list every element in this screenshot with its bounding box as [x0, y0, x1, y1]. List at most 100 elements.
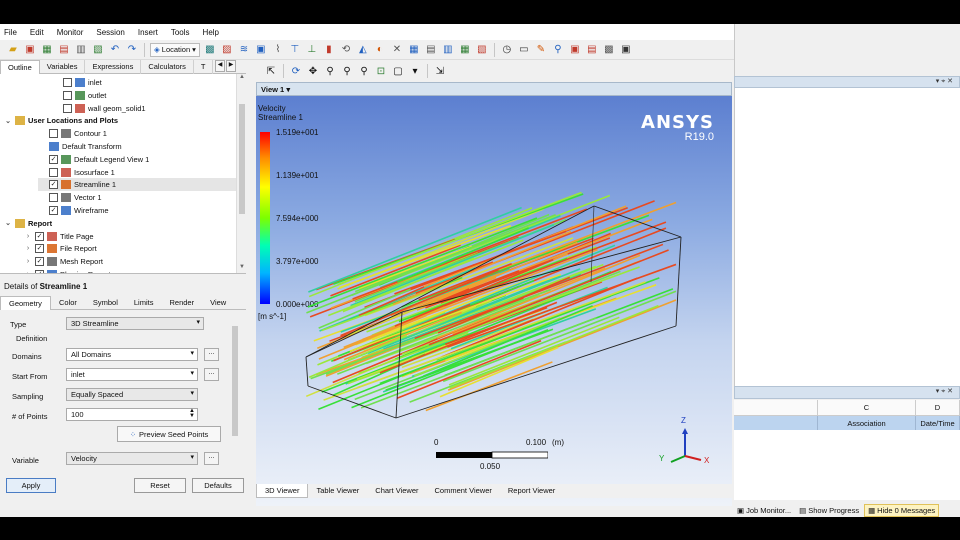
outline-scrollbar[interactable]: ▲ ▼: [236, 74, 246, 273]
panel-controls[interactable]: ▾ ⌖ ✕: [936, 387, 953, 396]
start-from-select[interactable]: inlet ▾: [66, 368, 198, 381]
outline-scroll-thumb[interactable]: [239, 104, 245, 214]
zoom-fit-icon[interactable]: ⚲: [357, 64, 371, 78]
coord-frame-icon[interactable]: ⊥: [305, 43, 319, 57]
text-icon[interactable]: ⊤: [288, 43, 302, 57]
mesh-icon[interactable]: ▩: [602, 43, 616, 57]
rotate-icon[interactable]: ⟳: [289, 64, 303, 78]
menu-tools[interactable]: Tools: [171, 28, 190, 37]
tab-left-icon[interactable]: ◀: [215, 60, 225, 72]
report-icon[interactable]: ▧: [91, 43, 105, 57]
tree-item[interactable]: › ✓ File Report: [24, 242, 236, 255]
layout-icon[interactable]: ▢: [391, 64, 405, 78]
menu-insert[interactable]: Insert: [138, 28, 158, 37]
legend-icon[interactable]: ▮: [322, 43, 336, 57]
pan-icon[interactable]: ✥: [306, 64, 320, 78]
select-icon[interactable]: ⇱: [264, 64, 278, 78]
show-progress-button[interactable]: ▤ Show Progress: [796, 504, 862, 517]
tree-item[interactable]: ✓ Streamline 1: [38, 178, 236, 192]
preview-seed-points-button[interactable]: ⁘ Preview Seed Points: [117, 426, 221, 442]
panel-controls[interactable]: ▾ ⌖ ✕: [936, 77, 953, 86]
chevron-right-icon[interactable]: ›: [24, 245, 32, 252]
zoom-icon[interactable]: ⚲: [323, 64, 337, 78]
grid-datetime-header[interactable]: Date/Time: [916, 416, 960, 430]
menu-monitor[interactable]: Monitor: [57, 28, 84, 37]
table-icon[interactable]: ▦: [458, 43, 472, 57]
start-from-more-button[interactable]: ...: [204, 368, 219, 381]
visibility-checkbox[interactable]: ✓: [49, 154, 58, 164]
tab-symbol[interactable]: Symbol: [85, 296, 126, 310]
instance-transform-icon[interactable]: ⟲: [339, 43, 353, 57]
defaults-button[interactable]: Defaults: [192, 478, 244, 493]
visibility-checkbox[interactable]: ✓: [35, 244, 44, 254]
tab-comment-viewer[interactable]: Comment Viewer: [427, 484, 500, 498]
domains-more-button[interactable]: ...: [204, 348, 219, 361]
chevron-right-icon[interactable]: ›: [24, 271, 32, 273]
tree-item[interactable]: ✓ Default Legend View 1: [38, 153, 236, 166]
menu-help[interactable]: Help: [203, 28, 219, 37]
visibility-checkbox[interactable]: [63, 103, 72, 113]
save-state-icon[interactable]: ▣: [23, 43, 37, 57]
variable-icon[interactable]: ✕: [390, 43, 404, 57]
command-icon[interactable]: ▣: [619, 43, 633, 57]
clip-plane-icon[interactable]: ◭: [356, 43, 370, 57]
variable-more-button[interactable]: ...: [204, 452, 219, 465]
visibility-checkbox[interactable]: [49, 193, 58, 203]
job-monitor-button[interactable]: ▣ Job Monitor...: [734, 504, 794, 517]
points-input[interactable]: 100 ▲ ▼: [66, 408, 198, 421]
chevron-right-icon[interactable]: ›: [24, 233, 32, 240]
visibility-checkbox[interactable]: ✓: [49, 206, 58, 215]
menu-file[interactable]: File: [4, 28, 17, 37]
tree-item[interactable]: ›✓ Physics Report: [24, 268, 236, 273]
grid-col-d[interactable]: D: [916, 400, 960, 416]
chevron-down-icon[interactable]: ⌄: [4, 219, 12, 227]
tab-view[interactable]: View: [202, 296, 234, 310]
scroll-up-icon[interactable]: ▲: [237, 74, 246, 84]
chart-icon[interactable]: ▥: [441, 43, 455, 57]
tab-table-viewer[interactable]: Table Viewer: [308, 484, 367, 498]
function-calc-icon[interactable]: ▣: [568, 43, 582, 57]
tree-item[interactable]: ✓ Wireframe: [38, 204, 236, 217]
tree-item[interactable]: ⌄ User Locations and Plots: [4, 114, 236, 127]
tree-item[interactable]: outlet: [52, 89, 236, 102]
apply-button[interactable]: Apply: [6, 478, 56, 493]
tree-item[interactable]: Contour 1: [38, 127, 236, 140]
visibility-checkbox[interactable]: [63, 78, 72, 87]
probe-icon[interactable]: ⚲: [551, 43, 565, 57]
undo-icon[interactable]: ↶: [108, 43, 122, 57]
tab-variables[interactable]: Variables: [40, 60, 86, 74]
chevron-down-icon[interactable]: ▾: [408, 64, 422, 78]
grid-association-header[interactable]: Association: [818, 416, 916, 430]
tree-item[interactable]: › ✓ Mesh Report: [24, 255, 236, 268]
vector-icon[interactable]: ▩: [203, 43, 217, 57]
menu-session[interactable]: Session: [96, 28, 124, 37]
grid-col-c[interactable]: C: [818, 400, 916, 416]
tab-limits[interactable]: Limits: [126, 296, 162, 310]
visibility-checkbox[interactable]: ✓: [35, 231, 44, 241]
zoom-box-icon[interactable]: ⚲: [340, 64, 354, 78]
visibility-checkbox[interactable]: ✓: [35, 270, 44, 273]
quick-editor-icon[interactable]: ✎: [534, 43, 548, 57]
reset-button[interactable]: Reset: [134, 478, 186, 493]
open-state-icon[interactable]: ▰: [6, 43, 20, 57]
3d-viewport[interactable]: Velocity Streamline 1 1.519e+001 1.139e+…: [256, 96, 732, 506]
expression-icon[interactable]: ▦: [407, 43, 421, 57]
volume-rendering-icon[interactable]: ▣: [254, 43, 268, 57]
tab-color[interactable]: Color: [51, 296, 85, 310]
redo-icon[interactable]: ↷: [125, 43, 139, 57]
fit-view-icon[interactable]: ⊡: [374, 64, 388, 78]
streamline-icon[interactable]: ≋: [237, 43, 251, 57]
contour-icon[interactable]: ▨: [220, 43, 234, 57]
macro-icon[interactable]: ▤: [585, 43, 599, 57]
animation-icon[interactable]: ▭: [517, 43, 531, 57]
tab-report-viewer[interactable]: Report Viewer: [500, 484, 563, 498]
chevron-down-icon[interactable]: ⌄: [4, 117, 12, 125]
tree-item[interactable]: Isosurface 1: [38, 166, 236, 179]
viewer-options-icon[interactable]: ⇲: [433, 64, 447, 78]
details-scrollbar[interactable]: [230, 314, 240, 496]
tab-geometry[interactable]: Geometry: [0, 296, 51, 310]
tab-outline[interactable]: Outline: [0, 60, 40, 74]
tree-item[interactable]: Default Transform: [38, 140, 236, 153]
print-icon[interactable]: ▥: [74, 43, 88, 57]
visibility-checkbox[interactable]: [49, 129, 58, 139]
